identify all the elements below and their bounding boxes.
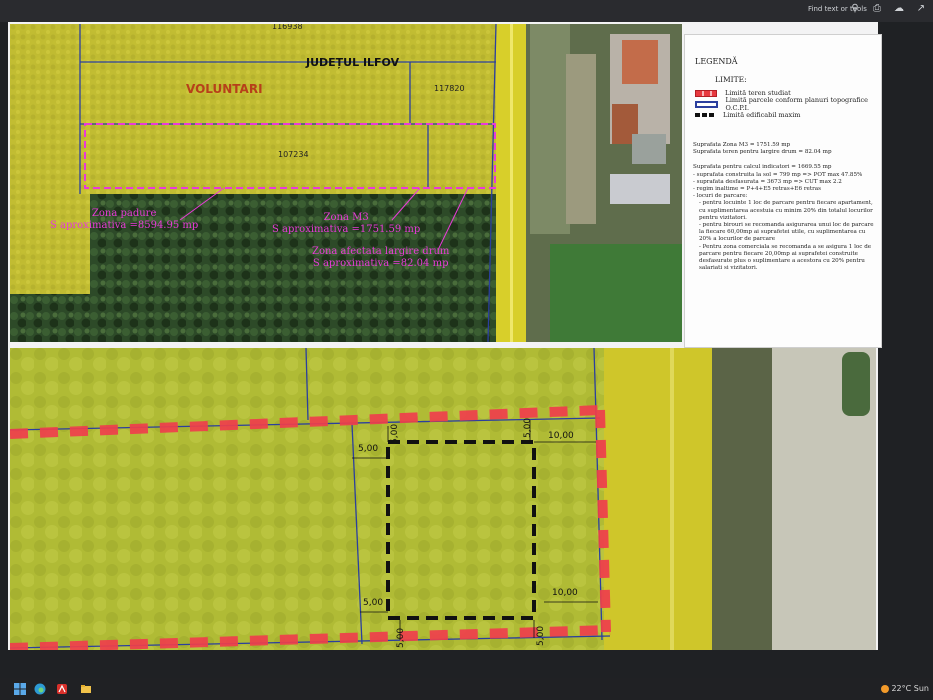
legend-item-label: Limită parcele conform planuri topografi… [725,96,869,112]
document-page: 116938 117820 107234 JUDEȚUL ILFOV VOLUN… [8,22,882,650]
system-tray: 22°C Sun [880,684,929,693]
parcel-number: 117820 [434,84,465,93]
site-plan-graphics [10,348,876,650]
legend-limits-title: LIMITE: [715,75,747,84]
legend-parking-3: - Pentru zona comerciala se recomanda a … [699,243,872,272]
parcel-number: 107234 [278,150,309,159]
legend-item: Limită parcele conform planuri topografi… [695,96,881,112]
edge-browser-icon[interactable] [34,683,46,695]
legend-area-road: Suprafata teren pentru largire drum = 82… [693,149,832,156]
cloud-upload-icon[interactable]: ☁ [893,3,905,15]
legend-area-m3: Suprafata Zona M3 = 1751.59 mp [693,142,791,148]
print-icon[interactable]: ⎙ [871,3,883,15]
legend-swatch-red [695,89,717,97]
pdf-reader-icon[interactable] [56,683,68,695]
legend-parking-2: - pentru birouri se recomanda asigurarea… [699,222,874,243]
dimension-label: 10,00 [552,588,578,598]
legend-height: - regim inaltime = P+4+E5 retras+E6 retr… [693,186,821,193]
search-icon[interactable]: ⚲ [849,3,861,15]
weather-text: Sun [913,684,929,693]
share-icon[interactable]: ↗ [915,3,927,15]
road [604,348,712,650]
dimension-label: 5,00 [358,444,379,454]
dimension-label: 5,00 [390,423,400,444]
zone-forest-label: Zona padure S aproximativa =8594.95 mp [50,208,198,232]
legend-panel: LEGENDĂ LIMITE: Limită teren studiat Lim… [684,34,882,348]
zone-forest-area: S aproximativa =8594.95 mp [50,220,199,231]
zone-road-area: S aproximativa =82.04 mp [312,258,449,269]
dimension-label: 5,00 [523,417,533,438]
windows-start-icon[interactable] [14,683,26,695]
legend-item-label: Limită edificabil maxim [723,111,801,119]
legend-parking-1: - pentru locuinte 1 loc de parcare pentr… [699,200,873,221]
parcel-number: 116938 [272,24,303,31]
dimension-label: 5,00 [396,627,406,648]
legend-parking-title: - locuri de parcare: [693,193,748,200]
legend-swatch-black [695,113,715,117]
file-explorer-icon[interactable] [80,683,92,695]
legend-built-area: - suprafata construita la sol = 799 mp =… [693,171,863,178]
site-map-overview: 116938 117820 107234 JUDEȚUL ILFOV VOLUN… [10,24,682,342]
city-label: VOLUNTARI [186,82,263,96]
dimension-label: 5,00 [363,598,384,608]
zone-forest-title: Zona padure [91,208,157,219]
dimension-label: 10,00 [548,431,574,441]
legend-title: LEGENDĂ [695,57,738,66]
temperature[interactable]: 22°C [891,684,911,693]
site-map-graphics [10,24,682,342]
zone-road-title: Zona afectata largire drum [312,246,450,257]
taskbar: 22°C Sun [0,678,933,700]
toolbar-icons: ⚲ ⎙ ☁ ↗ [849,3,927,15]
legend-swatch-blue [695,100,718,108]
dimension-label: 5,00 [536,625,546,646]
legend-calc-area: Suprafata pentru calcul indicatori = 166… [693,164,832,171]
zone-m3-label: Zona M3 S aproximativa =1751.59 mp [272,212,420,236]
weather-icon[interactable] [880,684,889,693]
county-label: JUDEȚUL ILFOV [306,56,400,69]
zone-m3-area: S aproximativa =1751.59 mp [272,224,421,235]
viewer-toolbar: Find text or tools ⚲ ⎙ ☁ ↗ [0,0,933,22]
legend-floor-area: - suprafata desfasurata = 3673 mp => CUT… [693,178,842,185]
site-plan-detail: 5,00 5,00 5,00 10,00 5,00 10,00 5,00 5,0… [10,348,876,650]
zone-road-label: Zona afectata largire drum S aproximativ… [312,246,449,270]
zone-m3-title: Zona M3 [323,212,369,223]
